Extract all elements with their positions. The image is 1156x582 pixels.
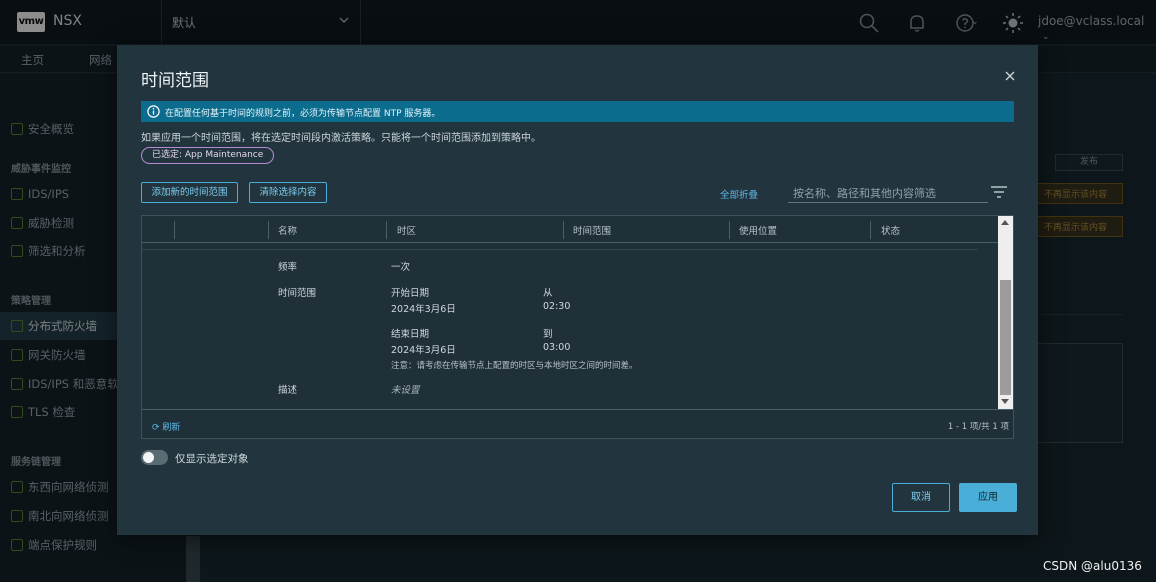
- scroll-down-arrow-icon[interactable]: [1001, 399, 1009, 404]
- toggle-knob: [143, 452, 154, 463]
- column-header-name[interactable]: 名称: [278, 223, 297, 237]
- end-date-label: 结束日期: [391, 329, 430, 340]
- time-range-dialog: 时间范围 在配置任何基于时间的规则之前，必须为传输节点配置 NTP 服务器。 如…: [117, 45, 1038, 535]
- info-banner: 在配置任何基于时间的规则之前，必须为传输节点配置 NTP 服务器。: [141, 101, 1014, 122]
- refresh-label: 刷新: [162, 423, 181, 433]
- add-time-range-button[interactable]: 添加新的时间范围: [141, 182, 238, 203]
- column-separator: [729, 221, 730, 239]
- end-date-value: 2024年3月6日: [391, 345, 456, 356]
- show-selected-label: 仅显示选定对象: [175, 453, 249, 465]
- column-header-timezone[interactable]: 时区: [397, 223, 416, 237]
- grid-header: 名称 时区 时间范围 使用位置 状态: [142, 216, 998, 243]
- column-separator: [563, 221, 564, 239]
- selected-chip: 已选定: App Maintenance: [141, 147, 275, 164]
- apply-button[interactable]: 应用: [959, 483, 1017, 512]
- time-range-label: 时间范围: [278, 288, 317, 299]
- column-header-time-range[interactable]: 时间范围: [573, 223, 611, 237]
- column-header-status[interactable]: 状态: [881, 223, 900, 237]
- grid-scrollbar[interactable]: [998, 216, 1013, 409]
- start-date-label: 开始日期: [391, 288, 430, 299]
- description-value: 未设置: [391, 385, 420, 396]
- row-separator: [142, 249, 978, 250]
- clear-selection-button[interactable]: 清除选择内容: [249, 182, 327, 203]
- to-label: 到: [543, 329, 553, 340]
- timezone-note: 注意：请考虑在传输节点上配置的时区与本地时区之间的时间差。: [391, 361, 638, 371]
- column-separator: [268, 221, 269, 239]
- description-label: 描述: [278, 385, 298, 396]
- frequency-label: 频率: [278, 262, 298, 273]
- show-selected-toggle[interactable]: [141, 450, 168, 465]
- from-label: 从: [543, 288, 553, 299]
- refresh-button[interactable]: ⟳ 刷新: [152, 420, 180, 433]
- watermark: CSDN @alu0136: [1043, 559, 1142, 573]
- column-header-used-in[interactable]: 使用位置: [739, 223, 777, 237]
- time-range-grid: 名称 时区 时间范围 使用位置 状态 频率 一次 时间范围 开始日期 2024年…: [141, 215, 1014, 439]
- scrollbar-thumb[interactable]: [1000, 280, 1011, 395]
- cancel-button[interactable]: 取消: [892, 483, 950, 512]
- column-separator: [870, 221, 871, 239]
- grid-footer: ⟳ 刷新 1 - 1 项/共 1 项: [142, 409, 1013, 438]
- filter-icon[interactable]: [990, 185, 1008, 199]
- close-icon[interactable]: [1003, 69, 1017, 83]
- column-separator: [174, 221, 175, 239]
- start-date-value: 2024年3月6日: [391, 304, 456, 315]
- refresh-icon: ⟳: [152, 423, 160, 433]
- column-separator: [386, 221, 387, 239]
- filter-input[interactable]: 按名称、路径和其他内容筛选: [788, 181, 988, 203]
- frequency-value: 一次: [391, 262, 411, 273]
- scroll-up-arrow-icon[interactable]: [1001, 220, 1009, 225]
- info-icon: [147, 105, 160, 118]
- to-time-value: 03:00: [543, 342, 571, 353]
- from-time-value: 02:30: [543, 301, 571, 312]
- dialog-title: 时间范围: [141, 71, 209, 91]
- dialog-description: 如果应用一个时间范围，将在选定时间段内激活策略。只能将一个时间范围添加到策略中。: [141, 133, 541, 144]
- collapse-all-link[interactable]: 全部折叠: [720, 187, 758, 201]
- info-banner-text: 在配置任何基于时间的规则之前，必须为传输节点配置 NTP 服务器。: [165, 109, 441, 119]
- pagination-info: 1 - 1 项/共 1 项: [947, 422, 1009, 432]
